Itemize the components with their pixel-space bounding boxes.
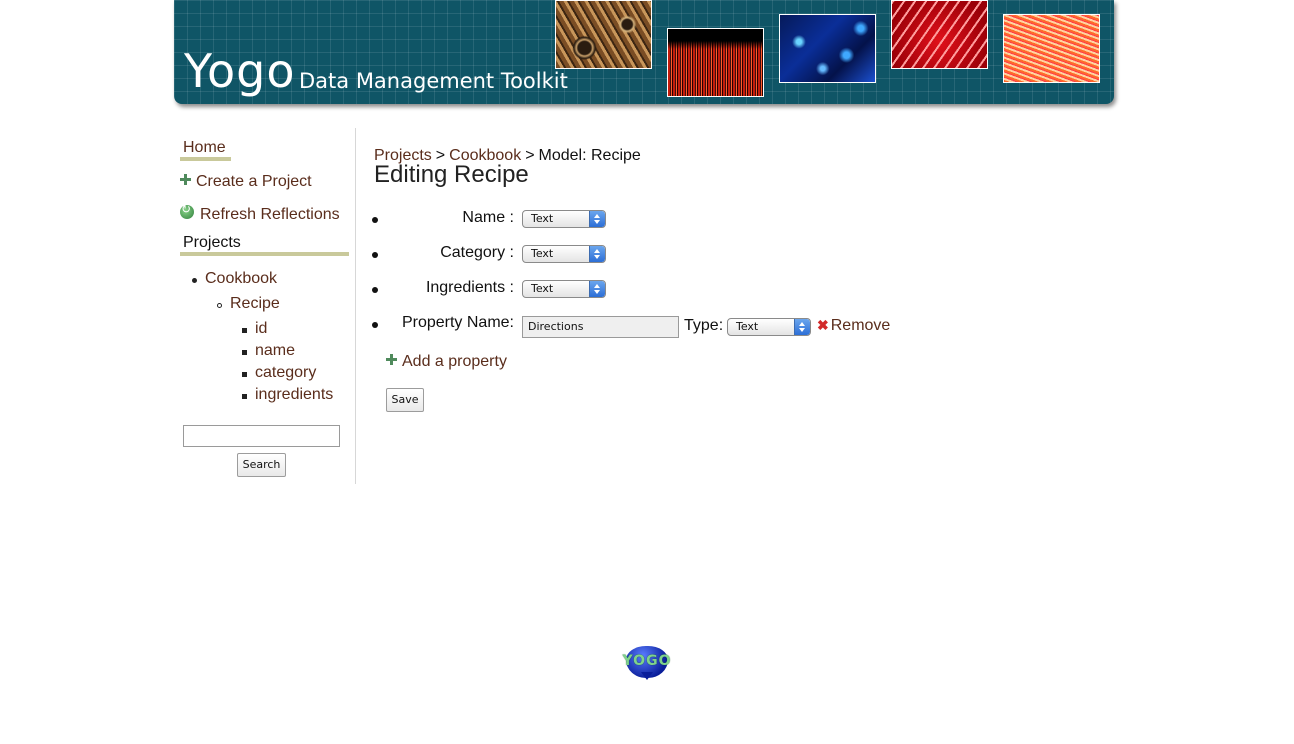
list-bullet [372, 217, 378, 223]
plus-icon [180, 174, 191, 185]
select-arrows-icon [589, 281, 605, 297]
property-row: Ingredients : Text [372, 279, 932, 303]
tree-item-cookbook[interactable]: Cookbook [205, 270, 277, 288]
tree-bullet [242, 394, 247, 399]
butterfly-wing-image [555, 0, 652, 69]
search-button[interactable]: Search [237, 453, 286, 477]
home-link[interactable]: Home [183, 139, 226, 157]
property-label: Name : [462, 209, 514, 226]
footer-yogo-logo: YOGO [618, 644, 676, 684]
tree-bullet [242, 328, 247, 333]
list-bullet [372, 287, 378, 293]
brand-title: Yogo [184, 44, 296, 98]
tree-field-id[interactable]: id [255, 320, 267, 338]
red-texture-image [891, 0, 988, 69]
sidebar-divider [355, 128, 356, 484]
tree-item-recipe[interactable]: Recipe [230, 295, 280, 313]
tree-bullet [192, 278, 197, 283]
property-type-select[interactable]: Text [522, 280, 606, 298]
add-property-label: Add a property [402, 353, 507, 370]
remove-label: Remove [830, 317, 891, 334]
refresh-reflections-label: Refresh Reflections [200, 206, 340, 223]
property-type-value: Text [531, 282, 554, 295]
property-row: Name : Text [372, 209, 932, 233]
plus-icon [386, 354, 397, 365]
property-type-select[interactable]: Text [522, 210, 606, 228]
remove-x-icon: ✖ [817, 317, 829, 333]
property-type-value: Text [736, 320, 759, 333]
type-label: Type: [684, 317, 724, 334]
circuit-lights-image [779, 14, 876, 83]
projects-heading: Projects [183, 234, 241, 251]
new-property-row: Property Name: Directions Type: Text ✖ Re… [372, 314, 932, 338]
property-type-value: Text [531, 212, 554, 225]
tree-bullet [217, 303, 222, 308]
property-label: Category : [440, 244, 514, 261]
projects-underline [180, 252, 349, 256]
page-title: Editing Recipe [374, 161, 529, 188]
save-button[interactable]: Save [386, 388, 424, 412]
property-type-value: Text [531, 247, 554, 260]
property-name-input[interactable]: Directions [522, 316, 679, 338]
property-row: Category : Text [372, 244, 932, 268]
tree-bullet [242, 350, 247, 355]
header-banner: Yogo Data Management Toolkit [174, 0, 1114, 104]
search-input[interactable] [183, 425, 340, 447]
tree-field-ingredients[interactable]: ingredients [255, 386, 333, 404]
property-name-label: Property Name: [401, 314, 514, 331]
tree-bullet [242, 372, 247, 377]
new-property-type-select[interactable]: Text [727, 318, 811, 336]
list-bullet [372, 322, 378, 328]
breadcrumb-current: Model: Recipe [538, 147, 641, 164]
tree-field-category[interactable]: category [255, 364, 316, 382]
property-label: Ingredients : [425, 279, 514, 296]
refresh-reflections-link[interactable]: Refresh Reflections [180, 202, 340, 224]
brand-tagline: Data Management Toolkit [299, 69, 568, 93]
fiber-rays-image [1003, 14, 1100, 83]
property-type-select[interactable]: Text [522, 245, 606, 263]
waveform-image [667, 28, 764, 97]
select-arrows-icon [589, 246, 605, 262]
tree-field-name[interactable]: name [255, 342, 295, 360]
select-arrows-icon [794, 319, 810, 335]
add-property-link[interactable]: Add a property [386, 353, 507, 371]
home-underline [180, 157, 231, 161]
logo-wordmark: YOGO [622, 653, 672, 669]
list-bullet [372, 252, 378, 258]
create-project-link[interactable]: Create a Project [180, 173, 312, 191]
select-arrows-icon [589, 211, 605, 227]
remove-property-link[interactable]: ✖ Remove [817, 317, 890, 335]
create-project-label: Create a Project [196, 173, 312, 190]
refresh-icon [180, 202, 194, 219]
